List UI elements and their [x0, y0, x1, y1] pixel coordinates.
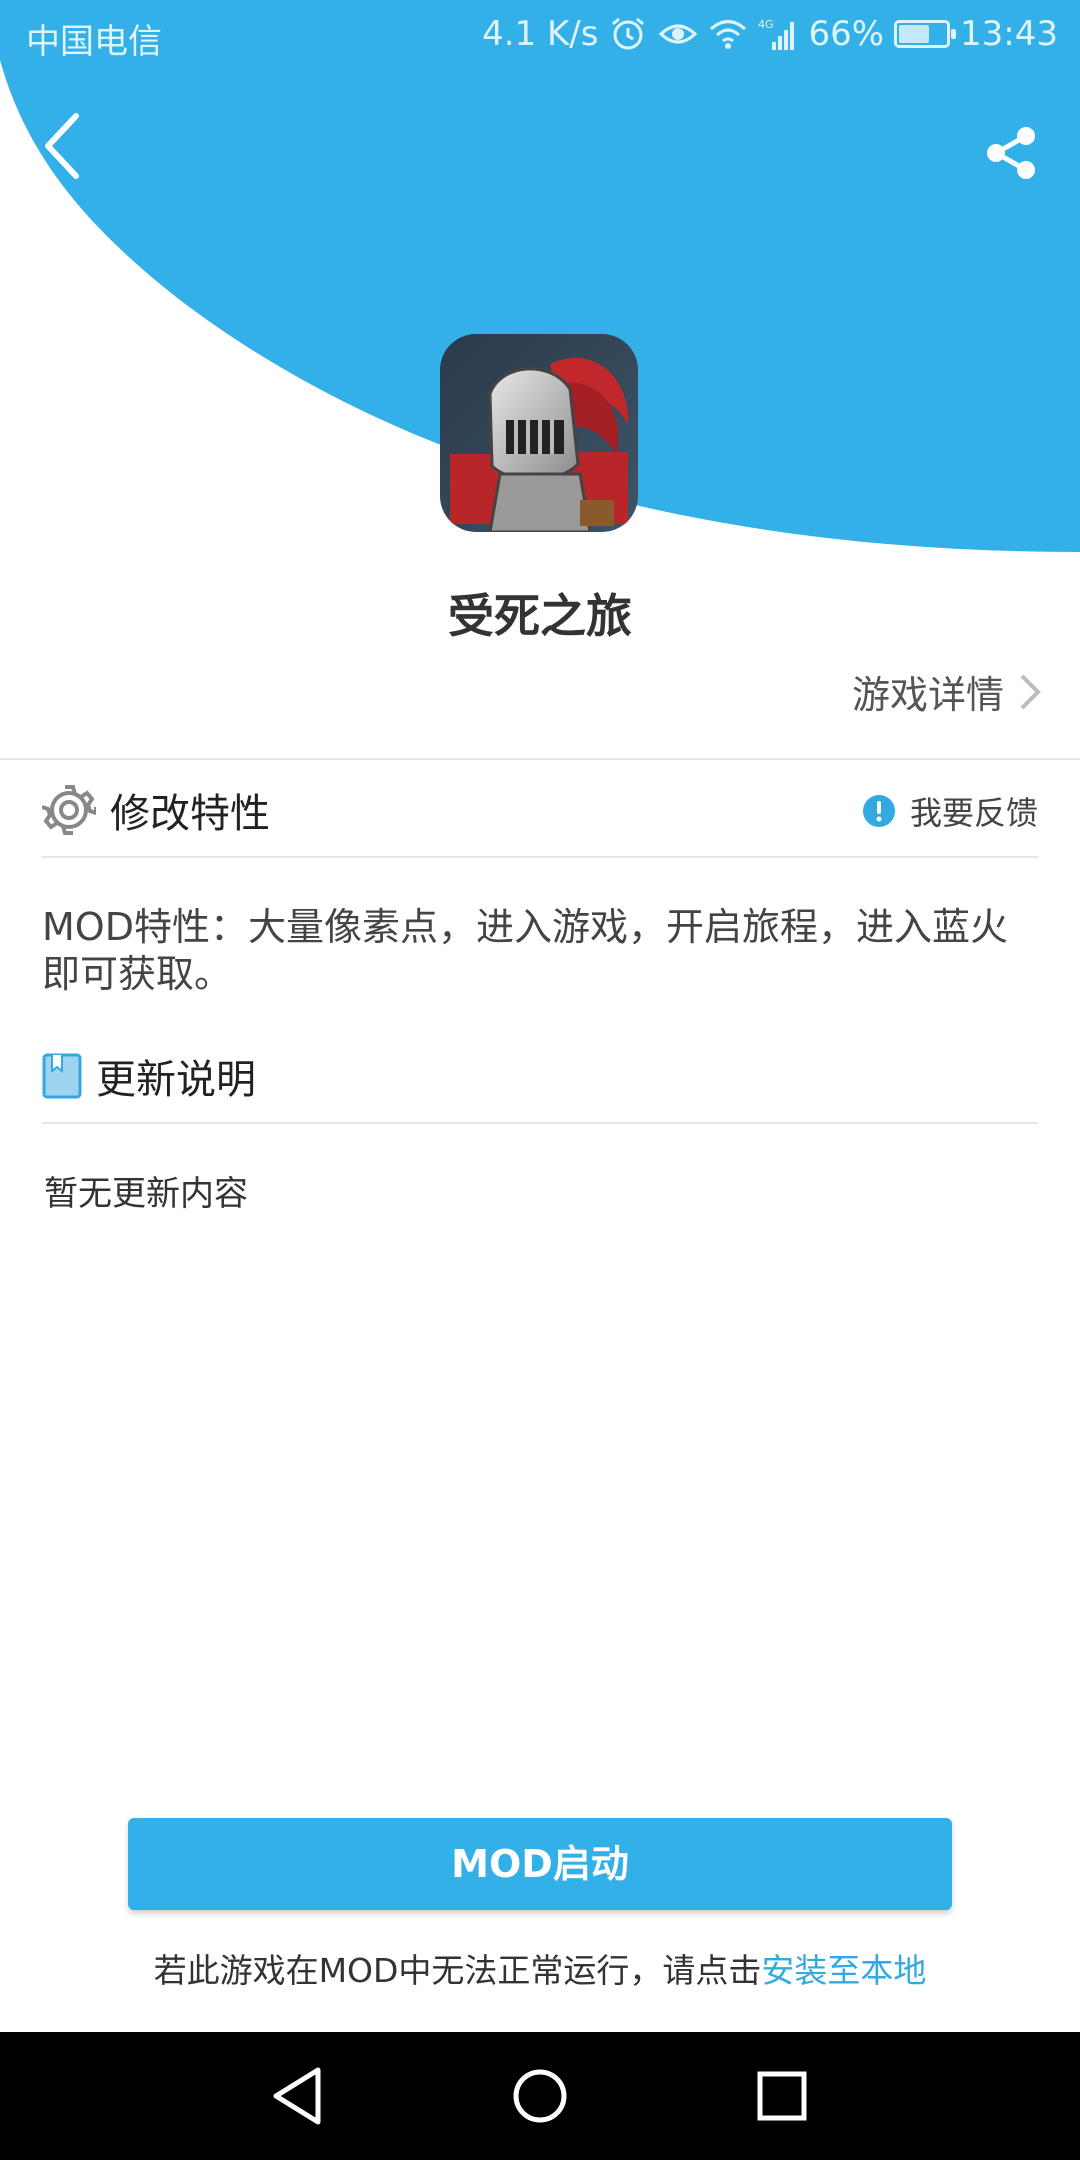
- game-title: 受死之旅: [448, 589, 632, 643]
- battery-icon: [894, 20, 957, 48]
- battery-fill: [899, 25, 930, 43]
- game-icon: [440, 334, 638, 532]
- mod-section-title: 修改特性: [110, 791, 270, 837]
- chevron-right-icon: [1020, 674, 1041, 709]
- mod-section-header: 修改特性 我要反馈: [42, 770, 1038, 850]
- install-note: 若此游戏在MOD中无法正常运行，请点击安装至本地: [0, 1944, 1080, 1992]
- update-content: 暂无更新内容: [44, 1174, 248, 1214]
- install-note-text: 若此游戏在MOD中无法正常运行，请点击: [153, 1951, 762, 1990]
- system-nav-bar: [0, 2032, 1080, 2160]
- triangle-back-icon[interactable]: [262, 2060, 334, 2132]
- alarm-icon: [612, 17, 645, 50]
- divider: [0, 758, 1080, 760]
- screen: 中国电信 4.1 K/s 4G 66% 13:43 受死之旅 游戏详情 修改特性…: [0, 0, 1080, 2160]
- share-icon[interactable]: [982, 124, 1040, 182]
- status-right: 4.1 K/s 4G 66% 13:43: [482, 14, 1058, 54]
- exclamation-circle-icon: [862, 795, 895, 827]
- network-speed: 4.1 K/s: [482, 14, 599, 54]
- circle-home-icon[interactable]: [504, 2060, 576, 2132]
- back-chevron-icon[interactable]: [36, 108, 96, 184]
- feedback-label: 我要反馈: [909, 794, 1038, 832]
- mod-description: MOD特性：大量像素点，进入游戏，开启旅程，进入蓝火即可获取。: [42, 905, 1008, 996]
- divider: [42, 856, 1038, 858]
- game-details-link[interactable]: 游戏详情: [852, 664, 1042, 719]
- wifi-icon: [710, 20, 747, 49]
- status-bar: 中国电信 4.1 K/s 4G 66% 13:43: [0, 0, 1080, 74]
- update-section-header: 更新说明: [42, 1036, 1038, 1116]
- network-type: 4G: [758, 18, 774, 31]
- clock: 13:43: [960, 14, 1058, 54]
- feedback-button[interactable]: 我要反馈: [862, 788, 1038, 834]
- divider: [42, 1122, 1038, 1124]
- battery-percent: 66%: [808, 14, 885, 54]
- eye-comfort-icon: [659, 24, 698, 44]
- square-recents-icon[interactable]: [746, 2060, 818, 2132]
- gear-icon: [42, 785, 96, 835]
- carrier-label: 中国电信: [26, 22, 162, 62]
- signal-icon: 4G: [758, 18, 795, 50]
- install-local-link[interactable]: 安装至本地: [761, 1951, 926, 1990]
- mod-launch-button[interactable]: MOD启动: [128, 1818, 952, 1910]
- game-details-label: 游戏详情: [851, 673, 1004, 717]
- update-section-title: 更新说明: [96, 1057, 256, 1103]
- book-icon: [42, 1053, 82, 1099]
